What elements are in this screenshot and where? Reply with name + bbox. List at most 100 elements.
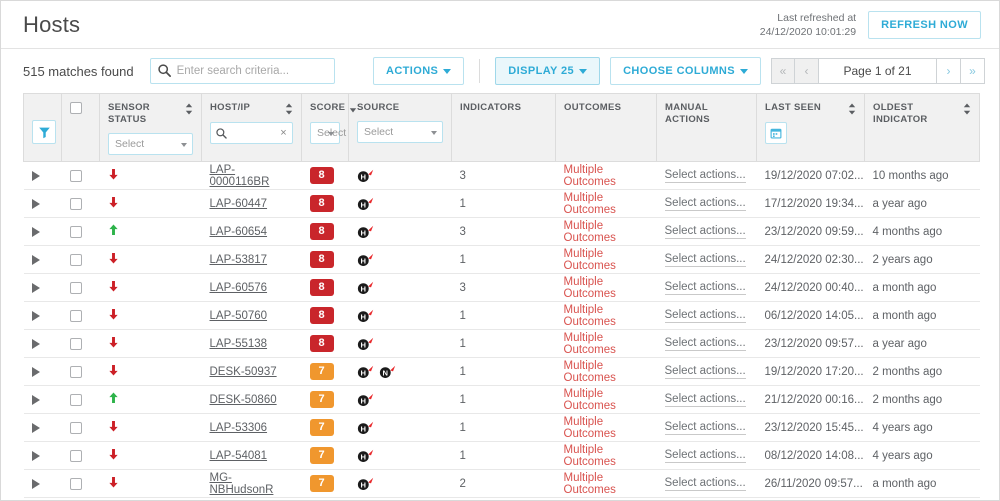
cell-host-ip[interactable]: LAP-55138 [201,329,302,358]
table-row[interactable]: LAP-53817 8 H 1 Multiple Outcomes Select acti… [23,245,980,274]
cell-outcomes[interactable]: Multiple Outcomes [555,189,657,218]
cell-outcomes[interactable]: Multiple Outcomes [555,217,657,246]
source-icon-h[interactable]: H [357,421,374,435]
host-link[interactable]: LAP-60654 [210,226,268,238]
row-checkbox[interactable] [69,169,82,182]
select-actions-dropdown[interactable]: Select actions... [664,281,746,295]
row-checkbox[interactable] [69,281,82,294]
cell-host-ip[interactable]: DESK-50937 [201,357,302,386]
row-checkbox[interactable] [69,421,82,434]
cell-expand[interactable] [23,357,62,386]
expand-row-icon[interactable] [31,450,40,461]
row-checkbox[interactable] [69,309,82,322]
outcomes-link[interactable]: Multiple Outcomes [564,192,616,216]
cell-select[interactable] [61,161,100,190]
source-icon-h[interactable]: H [357,393,374,407]
cell-select[interactable] [61,329,100,358]
select-actions-dropdown[interactable]: Select actions... [664,477,746,491]
outcomes-link[interactable]: Multiple Outcomes [564,416,616,440]
cell-select[interactable] [61,189,100,218]
sort-icon[interactable] [848,103,856,115]
source-icon-h[interactable]: H [357,477,374,491]
table-row[interactable]: LAP-55138 8 H 1 Multiple Outcomes Select acti… [23,329,980,358]
cell-manual-actions[interactable]: Select actions... [656,413,757,442]
cell-expand[interactable] [23,385,62,414]
last-seen-date-filter-button[interactable] [765,122,787,144]
cell-outcomes[interactable]: Multiple Outcomes [555,245,657,274]
source-icon-h[interactable]: H [357,281,374,295]
outcomes-link[interactable]: Multiple Outcomes [564,388,616,412]
select-actions-dropdown[interactable]: Select actions... [664,225,746,239]
outcomes-link[interactable]: Multiple Outcomes [564,444,616,468]
score-filter-select[interactable]: Select [310,122,346,144]
cell-outcomes[interactable]: Multiple Outcomes [555,385,657,414]
cell-manual-actions[interactable]: Select actions... [656,441,757,470]
cell-manual-actions[interactable]: Select actions... [656,301,757,330]
row-checkbox[interactable] [69,197,82,210]
host-link[interactable]: LAP-60576 [210,282,268,294]
host-link[interactable]: LAP-53306 [210,422,268,434]
cell-select[interactable] [61,385,100,414]
host-link[interactable]: LAP-60447 [210,198,268,210]
pager-next-button[interactable]: › [937,58,961,84]
filter-toggle-button[interactable] [32,120,56,144]
expand-row-icon[interactable] [31,226,40,237]
outcomes-link[interactable]: Multiple Outcomes [564,164,616,188]
row-checkbox[interactable] [69,225,82,238]
source-icon-h[interactable]: H [357,309,374,323]
table-row[interactable]: MG-NBHudsonR 7 H 2 Multiple Outcomes Select a… [23,469,980,498]
expand-row-icon[interactable] [31,310,40,321]
source-icon-h[interactable]: H [357,225,374,239]
cell-manual-actions[interactable]: Select actions... [656,273,757,302]
table-row[interactable]: LAP-60576 8 H 3 Multiple Outcomes Select acti… [23,273,980,302]
cell-select[interactable] [61,413,100,442]
table-row[interactable]: DESK-50937 7 H N 1 Multiple Outcomes Select ac… [23,357,980,386]
source-icon-n[interactable]: N [379,365,396,379]
table-row[interactable]: LAP-60447 8 H 1 Multiple Outcomes Select acti… [23,189,980,218]
row-checkbox[interactable] [69,393,82,406]
cell-select[interactable] [61,217,100,246]
host-link[interactable]: LAP-55138 [210,338,268,350]
row-checkbox[interactable] [69,253,82,266]
cell-expand[interactable] [23,245,62,274]
cell-expand[interactable] [23,273,62,302]
cell-outcomes[interactable]: Multiple Outcomes [555,273,657,302]
select-actions-dropdown[interactable]: Select actions... [664,365,746,379]
expand-row-icon[interactable] [31,170,40,181]
table-row[interactable]: DESK-50860 7 H 1 Multiple Outcomes Select act… [23,385,980,414]
source-icon-h[interactable]: H [357,337,374,351]
select-actions-dropdown[interactable]: Select actions... [664,421,746,435]
cell-outcomes[interactable]: Multiple Outcomes [555,441,657,470]
expand-row-icon[interactable] [31,198,40,209]
select-actions-dropdown[interactable]: Select actions... [664,253,746,267]
cell-manual-actions[interactable]: Select actions... [656,329,757,358]
host-ip-filter-search[interactable]: × [210,122,293,144]
expand-row-icon[interactable] [31,422,40,433]
cell-host-ip[interactable]: DESK-50860 [201,385,302,414]
host-link[interactable]: LAP-50760 [210,310,268,322]
sort-icon[interactable] [285,103,293,115]
table-row[interactable]: LAP-0000116BR 8 H 3 Multiple Outcomes Select … [23,161,980,190]
cell-host-ip[interactable]: LAP-60447 [201,189,302,218]
cell-select[interactable] [61,441,100,470]
cell-outcomes[interactable]: Multiple Outcomes [555,357,657,386]
table-row[interactable]: LAP-53306 7 H 1 Multiple Outcomes Select acti… [23,413,980,442]
row-checkbox[interactable] [69,337,82,350]
pager-last-button[interactable]: » [961,58,985,84]
refresh-now-button[interactable]: REFRESH NOW [868,10,981,39]
display-count-button[interactable]: DISPLAY 25 [495,57,601,85]
host-link[interactable]: DESK-50937 [210,366,277,378]
cell-outcomes[interactable]: Multiple Outcomes [555,301,657,330]
host-link[interactable]: LAP-54081 [210,450,268,462]
select-actions-dropdown[interactable]: Select actions... [664,393,746,407]
cell-select[interactable] [61,357,100,386]
source-icon-h[interactable]: H [357,449,374,463]
select-actions-dropdown[interactable]: Select actions... [664,169,746,183]
cell-outcomes[interactable]: Multiple Outcomes [555,413,657,442]
cell-manual-actions[interactable]: Select actions... [656,385,757,414]
cell-host-ip[interactable]: LAP-60654 [201,217,302,246]
cell-select[interactable] [61,301,100,330]
outcomes-link[interactable]: Multiple Outcomes [564,276,616,300]
row-checkbox[interactable] [69,449,82,462]
cell-expand[interactable] [23,217,62,246]
